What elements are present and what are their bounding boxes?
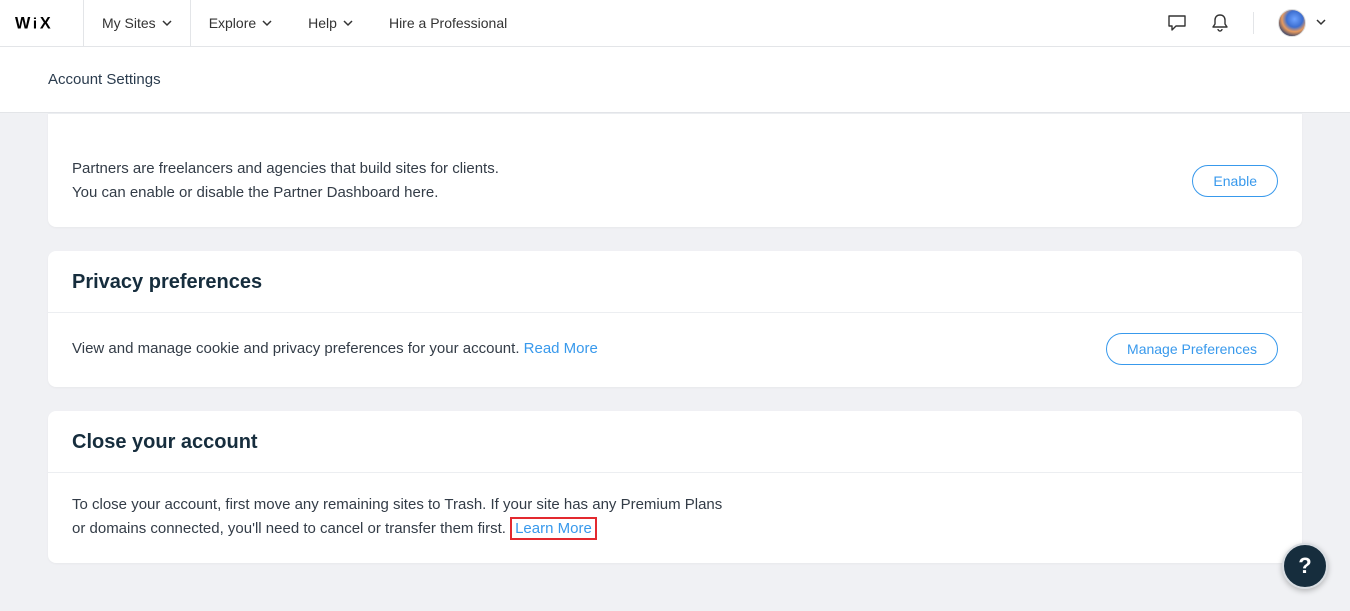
close-account-heading: Close your account xyxy=(72,431,1278,454)
privacy-read-more-link[interactable]: Read More xyxy=(524,340,598,357)
nav-hire-pro-label: Hire a Professional xyxy=(389,15,507,31)
nav-left-group: My Sites Explore Help Hire a Professiona… xyxy=(84,0,525,46)
wix-logo[interactable]: W i X xyxy=(0,0,84,47)
partner-text: Partners are freelancers and agencies th… xyxy=(72,157,1168,205)
partner-text-line2: You can enable or disable the Partner Da… xyxy=(72,181,1168,205)
subheader: Account Settings xyxy=(0,47,1350,113)
partner-action: Enable xyxy=(1192,165,1278,197)
top-nav: W i X My Sites Explore Help Hire a Profe… xyxy=(0,0,1350,47)
nav-hire-pro[interactable]: Hire a Professional xyxy=(371,0,525,46)
close-account-text-line2-wrap: or domains connected, you'll need to can… xyxy=(72,517,1278,541)
help-fab[interactable]: ? xyxy=(1282,543,1328,589)
privacy-action: Manage Preferences xyxy=(1106,333,1278,365)
privacy-heading: Privacy preferences xyxy=(72,271,1278,294)
nav-right-group xyxy=(1167,9,1326,37)
nav-help[interactable]: Help xyxy=(290,0,371,46)
partner-card: Partners are freelancers and agencies th… xyxy=(48,113,1302,227)
nav-my-sites-label: My Sites xyxy=(102,15,156,31)
manage-preferences-button[interactable]: Manage Preferences xyxy=(1106,333,1278,365)
nav-explore-label: Explore xyxy=(209,15,256,31)
close-account-card-header: Close your account xyxy=(48,411,1302,473)
privacy-card: Privacy preferences View and manage cook… xyxy=(48,251,1302,387)
divider xyxy=(1253,12,1254,34)
privacy-text: View and manage cookie and privacy prefe… xyxy=(72,340,524,357)
wix-logo-icon: W i X xyxy=(15,13,69,33)
chat-icon[interactable] xyxy=(1167,14,1187,32)
user-menu[interactable] xyxy=(1278,9,1326,37)
bell-icon[interactable] xyxy=(1211,13,1229,33)
page-title: Account Settings xyxy=(48,71,161,88)
svg-text:X: X xyxy=(39,14,50,32)
card-top-rule xyxy=(48,113,1302,137)
nav-my-sites[interactable]: My Sites xyxy=(84,0,191,46)
close-account-text-line2: or domains connected, you'll need to can… xyxy=(72,520,510,537)
enable-button[interactable]: Enable xyxy=(1192,165,1278,197)
close-account-card-body: To close your account, first move any re… xyxy=(48,473,1302,563)
chevron-down-icon xyxy=(262,15,272,31)
partner-text-line1: Partners are freelancers and agencies th… xyxy=(72,157,1168,181)
avatar xyxy=(1278,9,1306,37)
help-icon: ? xyxy=(1298,553,1311,579)
close-account-learn-more-link[interactable]: Learn More xyxy=(510,517,597,540)
chevron-down-icon xyxy=(162,15,172,31)
partner-card-body: Partners are freelancers and agencies th… xyxy=(48,137,1302,227)
chevron-down-icon xyxy=(343,15,353,31)
close-account-text-line1: To close your account, first move any re… xyxy=(72,493,1278,517)
svg-text:i: i xyxy=(32,15,36,32)
nav-help-label: Help xyxy=(308,15,337,31)
privacy-card-body: View and manage cookie and privacy prefe… xyxy=(48,313,1302,387)
chevron-down-icon xyxy=(1316,14,1326,32)
svg-text:W: W xyxy=(15,14,31,32)
privacy-text-wrap: View and manage cookie and privacy prefe… xyxy=(72,337,1082,361)
content: Partners are freelancers and agencies th… xyxy=(0,113,1350,587)
close-account-text-wrap: To close your account, first move any re… xyxy=(72,493,1278,541)
privacy-card-header: Privacy preferences xyxy=(48,251,1302,313)
close-account-card: Close your account To close your account… xyxy=(48,411,1302,563)
nav-explore[interactable]: Explore xyxy=(191,0,290,46)
